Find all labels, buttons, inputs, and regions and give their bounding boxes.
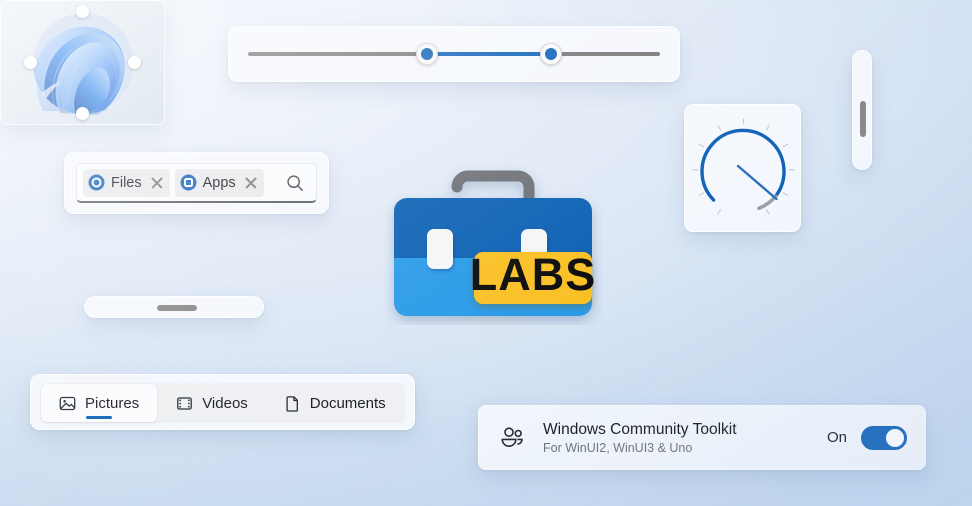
film-icon — [176, 395, 193, 412]
community-people-icon — [499, 425, 525, 451]
document-icon — [284, 395, 301, 412]
tab-selected-indicator — [86, 416, 113, 419]
token-chip-apps[interactable]: Apps — [174, 168, 264, 197]
token-search-input[interactable]: Files Apps — [76, 163, 317, 203]
token-search-card: Files Apps — [64, 152, 329, 214]
crop-handle-right[interactable] — [128, 56, 141, 69]
vertical-scrollbar[interactable] — [852, 50, 872, 170]
slider-selected-range — [427, 52, 551, 56]
labs-badge-text: LABS — [470, 249, 597, 300]
tab-label: Pictures — [85, 394, 140, 412]
gauge-value-arc — [700, 128, 786, 202]
gauge-trail-arc — [757, 194, 778, 211]
crop-handle-left[interactable] — [24, 56, 37, 69]
square-filter-icon — [180, 174, 197, 191]
tab-label: Documents — [309, 394, 386, 412]
toggle-state-label: On — [826, 429, 847, 446]
image-cropper[interactable] — [0, 0, 165, 125]
tab-bar: Pictures Videos Documents — [40, 383, 405, 423]
scrollbar-thumb[interactable] — [860, 101, 866, 138]
app-canvas: Files Apps Pictures Videos Documents Win… — [0, 0, 972, 506]
close-icon[interactable] — [244, 176, 258, 190]
token-chip-label: Files — [111, 174, 142, 191]
circle-filter-icon — [88, 174, 105, 191]
radial-gauge[interactable] — [685, 105, 802, 233]
briefcase-handle — [451, 170, 535, 203]
toolkit-toggle-switch[interactable] — [861, 425, 907, 450]
token-chip-label: Apps — [202, 174, 236, 191]
slider-thumb-low[interactable] — [416, 43, 439, 65]
labs-briefcase-logo: LABS — [383, 140, 603, 325]
toggle-knob — [886, 428, 904, 447]
settings-subtitle: For WinUI2, WinUI3 & Uno — [543, 440, 693, 455]
tab-documents[interactable]: Documents — [266, 383, 404, 423]
tab-videos[interactable]: Videos — [158, 383, 266, 423]
search-icon[interactable] — [286, 174, 304, 192]
settings-card[interactable]: Windows Community Toolkit For WinUI2, Wi… — [478, 405, 926, 470]
scrollbar-thumb[interactable] — [157, 305, 197, 311]
tab-bar-card: Pictures Videos Documents — [30, 374, 415, 430]
token-chip-files[interactable]: Files — [83, 168, 170, 197]
settings-title: Windows Community Toolkit — [543, 420, 737, 438]
range-slider-card — [228, 26, 680, 82]
radial-gauge-card — [684, 104, 801, 232]
horizontal-scrollbar[interactable] — [84, 296, 264, 318]
close-icon[interactable] — [150, 176, 164, 190]
crop-handle-top[interactable] — [76, 5, 89, 18]
tab-pictures[interactable]: Pictures — [41, 384, 158, 422]
gauge-needle — [736, 164, 778, 201]
gauge-ticks — [692, 118, 795, 215]
image-icon — [59, 395, 76, 412]
tab-label: Videos — [202, 394, 248, 412]
range-slider[interactable] — [248, 43, 660, 65]
crop-handle-bottom[interactable] — [76, 107, 89, 120]
slider-thumb-high[interactable] — [539, 43, 562, 65]
labs-badge: LABS — [470, 249, 597, 304]
